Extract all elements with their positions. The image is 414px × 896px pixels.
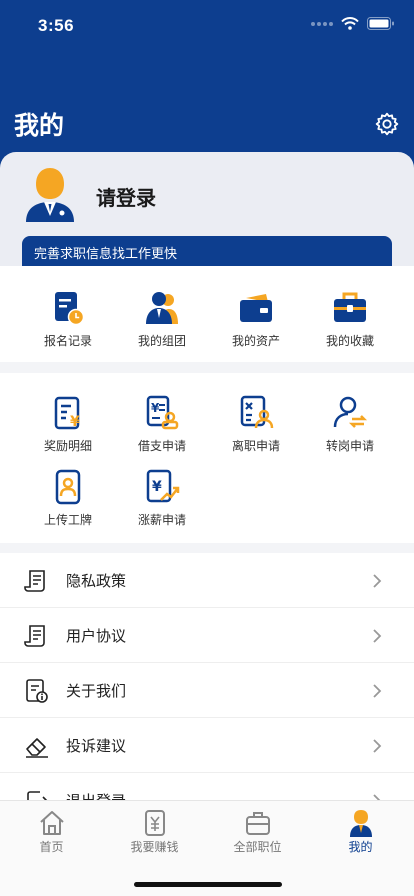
service-label: 转岗申请 (325, 439, 374, 453)
battery-icon (367, 17, 394, 30)
profile-icon (349, 810, 372, 837)
settings-menu: 隐私政策 用户协议 关于我们 投诉建议 (0, 553, 414, 813)
document-icon (24, 570, 45, 592)
services-panel: ¥ 奖励明细 ¥ 借支申请 离职申请 转岗申请 上传工牌 ¥ 涨薪申请 (0, 373, 414, 543)
quick-action-label: 我的收藏 (325, 334, 374, 348)
menu-item-user-agreement[interactable]: 用户协议 (0, 608, 414, 663)
home-icon (39, 811, 64, 835)
raise-request-icon: ¥ (146, 469, 180, 503)
chevron-right-icon (373, 739, 382, 753)
quick-action-label: 报名记录 (43, 334, 92, 348)
info-doc-icon (26, 679, 48, 703)
menu-item-privacy-policy[interactable]: 隐私政策 (0, 553, 414, 608)
chevron-right-icon (373, 684, 382, 698)
menu-item-label: 用户协议 (66, 628, 127, 645)
svg-text:¥: ¥ (70, 414, 80, 430)
my-group-icon (146, 292, 178, 324)
quick-action-label: 我的资产 (231, 334, 280, 348)
badge-upload-icon (55, 469, 81, 505)
svg-text:¥: ¥ (151, 401, 160, 415)
status-time: 3:56 (38, 16, 75, 35)
service-label: 离职申请 (231, 439, 280, 453)
chevron-right-icon (373, 629, 382, 643)
svg-text:¥: ¥ (152, 479, 162, 495)
service-transfer[interactable]: 转岗申请 (300, 393, 400, 454)
tab-label: 我要赚钱 (130, 840, 179, 854)
menu-item-label: 关于我们 (66, 683, 127, 700)
tab-mine[interactable]: 我的 (309, 809, 412, 855)
reward-detail-icon: ¥ (54, 396, 80, 430)
quick-action-my-group[interactable]: 我的组团 (112, 288, 212, 349)
advance-payment-icon: ¥ (146, 395, 179, 430)
menu-item-label: 投诉建议 (66, 738, 127, 755)
service-advance-payment[interactable]: ¥ 借支申请 (112, 393, 212, 454)
status-bar: 3:56 (0, 0, 414, 52)
menu-item-label: 隐私政策 (66, 573, 127, 590)
profile-card[interactable]: 请登录 完善求职信息找工作更快 (0, 152, 414, 272)
tab-home[interactable]: 首页 (0, 809, 103, 855)
wifi-icon (341, 17, 359, 30)
tab-label: 全部职位 (233, 840, 282, 854)
menu-item-feedback[interactable]: 投诉建议 (0, 718, 414, 773)
service-upload-badge[interactable]: 上传工牌 (18, 467, 118, 528)
status-icons (311, 17, 394, 30)
avatar[interactable] (22, 166, 78, 222)
quick-action-registration-record[interactable]: 报名记录 (18, 288, 118, 349)
service-label: 涨薪申请 (137, 513, 186, 527)
quick-action-my-favorites[interactable]: 我的收藏 (300, 288, 400, 349)
service-label: 奖励明细 (43, 439, 92, 453)
service-raise-request[interactable]: ¥ 涨薪申请 (112, 467, 212, 528)
jobs-briefcase-icon (245, 812, 270, 835)
menu-item-about-us[interactable]: 关于我们 (0, 663, 414, 718)
service-label: 上传工牌 (43, 513, 92, 527)
tab-all-jobs[interactable]: 全部职位 (206, 809, 309, 855)
transfer-icon (333, 396, 368, 428)
tab-label: 我的 (348, 840, 373, 854)
tab-earn-money[interactable]: 我要赚钱 (103, 809, 206, 855)
page-title: 我的 (14, 112, 65, 140)
login-prompt[interactable]: 请登录 (96, 182, 156, 211)
chevron-right-icon (373, 574, 382, 588)
wallet-icon (240, 294, 272, 322)
eraser-icon (26, 738, 48, 758)
gear-icon[interactable] (374, 111, 400, 137)
document-icon (24, 625, 45, 647)
resignation-icon (240, 395, 274, 429)
service-label: 借支申请 (137, 439, 186, 453)
quick-actions-panel: 报名记录 我的组团 我的资产 我的收藏 (0, 266, 414, 362)
tab-label: 首页 (39, 840, 64, 854)
registration-record-icon (55, 292, 85, 326)
home-indicator[interactable] (134, 882, 282, 887)
service-resignation[interactable]: 离职申请 (206, 393, 306, 454)
service-reward-detail[interactable]: ¥ 奖励明细 (18, 393, 118, 454)
signal-icon (311, 21, 333, 26)
quick-action-label: 我的组团 (137, 334, 186, 348)
quick-action-my-assets[interactable]: 我的资产 (206, 288, 306, 349)
briefcase-favorite-icon (334, 292, 366, 322)
money-icon (144, 810, 165, 836)
